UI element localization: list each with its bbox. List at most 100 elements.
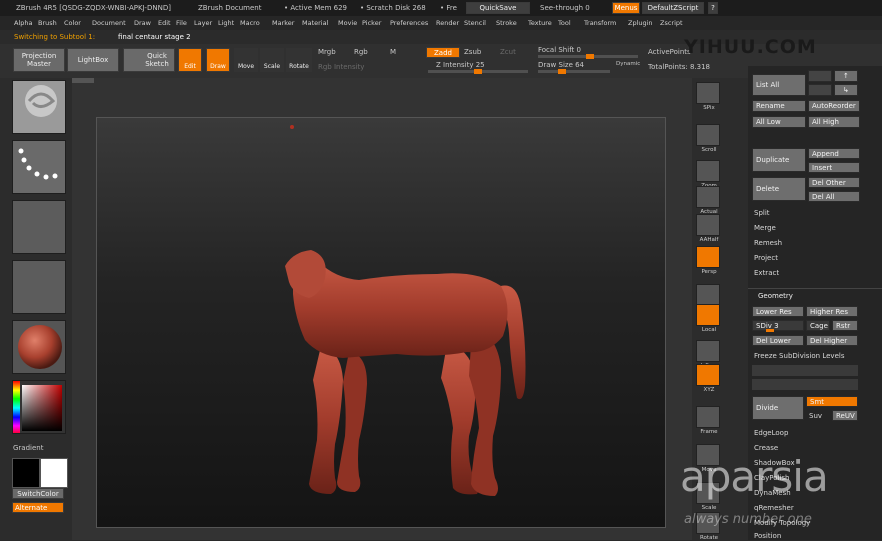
menu-stroke[interactable]: Stroke [496, 16, 517, 30]
reuv-button[interactable]: ReUV [832, 410, 858, 421]
m-button[interactable]: M [390, 48, 396, 56]
move-button[interactable]: Move [234, 48, 258, 72]
del-higher-button[interactable]: Del Higher [806, 335, 858, 346]
zadd-button[interactable]: Zadd [426, 47, 460, 58]
divide-button[interactable]: Divide [752, 396, 804, 420]
document-canvas[interactable] [96, 117, 666, 528]
draw-size-track[interactable] [538, 69, 610, 74]
zcut-button[interactable]: Zcut [500, 48, 516, 56]
focal-shift-knob[interactable] [586, 54, 594, 59]
insert-button[interactable]: Insert [808, 162, 860, 173]
xyz-button[interactable] [696, 364, 720, 386]
auto-reorder-button[interactable]: AutoReorder [808, 100, 860, 112]
lower-res-button[interactable]: Lower Res [752, 306, 804, 317]
draw-size-slider[interactable]: Draw Size 64 [538, 61, 584, 69]
edit-button[interactable]: Edit [178, 48, 202, 72]
z-intensity-track[interactable] [428, 69, 528, 74]
menu-macro[interactable]: Macro [240, 16, 260, 30]
menu-draw[interactable]: Draw [134, 16, 151, 30]
menu-file[interactable]: File [176, 16, 187, 30]
focal-shift-track[interactable] [538, 54, 638, 59]
local-button[interactable] [696, 304, 720, 326]
subtool-down-button[interactable] [808, 84, 832, 96]
menu-edit[interactable]: Edit [158, 16, 171, 30]
menu-preferences[interactable]: Preferences [390, 16, 428, 30]
menu-brush[interactable]: Brush [38, 16, 57, 30]
remesh-button[interactable]: Remesh [754, 239, 782, 247]
material-thumbnail[interactable] [12, 320, 66, 374]
see-through-slider[interactable]: See-through 0 [540, 0, 590, 16]
lightbox-button[interactable]: LightBox [67, 48, 119, 72]
freeze-subdivision-button[interactable]: Freeze SubDivision Levels [754, 352, 844, 360]
main-color-swatch[interactable] [12, 458, 40, 488]
menu-zplugin[interactable]: Zplugin [628, 16, 653, 30]
z-intensity-knob[interactable] [474, 69, 482, 74]
horse-model[interactable] [97, 118, 667, 529]
floor-button[interactable] [696, 284, 720, 306]
cage-button[interactable]: Cage [806, 320, 830, 331]
delete-button[interactable]: Delete [752, 177, 806, 201]
texture-thumbnail[interactable] [12, 260, 66, 314]
menu-tool[interactable]: Tool [558, 16, 571, 30]
duplicate-button[interactable]: Duplicate [752, 148, 806, 172]
lsym-button[interactable] [696, 340, 720, 362]
spix-button[interactable] [696, 82, 720, 104]
default-script-button[interactable]: DefaultZScript [642, 2, 704, 14]
menu-marker[interactable]: Marker [272, 16, 294, 30]
del-all-button[interactable]: Del All [808, 191, 860, 202]
menu-stencil[interactable]: Stencil [464, 16, 486, 30]
gradient-label[interactable]: Gradient [13, 444, 43, 452]
menu-zscript[interactable]: Zscript [660, 16, 683, 30]
dynamic-button[interactable]: Dynamic [616, 61, 640, 67]
menu-document[interactable]: Document [92, 16, 126, 30]
stroke-thumbnail[interactable] [12, 140, 66, 194]
menu-movie[interactable]: Movie [338, 16, 357, 30]
menu-texture[interactable]: Texture [528, 16, 552, 30]
draw-size-knob[interactable] [558, 69, 566, 74]
all-low-button[interactable]: All Low [752, 116, 806, 128]
canvas-scroll-handle[interactable] [72, 78, 94, 83]
geometry-slider-1[interactable] [752, 365, 858, 376]
menu-light[interactable]: Light [218, 16, 234, 30]
sdiv-slider[interactable]: SDiv 3 [752, 320, 804, 331]
menus-button[interactable]: Menus [612, 2, 640, 14]
project-button[interactable]: Project [754, 254, 778, 262]
quicksave-button[interactable]: QuickSave [466, 2, 530, 14]
zoom-button[interactable] [696, 160, 720, 182]
subtool-up-button[interactable] [808, 70, 832, 82]
menu-picker[interactable]: Picker [362, 16, 381, 30]
menu-render[interactable]: Render [436, 16, 459, 30]
arrow-down-icon[interactable]: ↳ [834, 84, 858, 96]
split-button[interactable]: Split [754, 209, 770, 217]
menu-transform[interactable]: Transform [584, 16, 616, 30]
scale-button[interactable]: Scale [260, 48, 284, 72]
focal-shift-slider[interactable]: Focal Shift 0 [538, 46, 581, 54]
smt-toggle[interactable]: Smt [806, 396, 858, 407]
z-intensity-slider[interactable]: Z Intensity 25 [436, 61, 485, 69]
rgb-button[interactable]: Rgb [354, 48, 368, 56]
higher-res-button[interactable]: Higher Res [806, 306, 858, 317]
color-picker[interactable] [12, 380, 66, 434]
alternate-button[interactable]: Alternate [12, 502, 64, 513]
brush-thumbnail[interactable] [12, 80, 66, 134]
rgb-intensity-slider[interactable]: Rgb Intensity [318, 63, 364, 71]
quick-sketch-button[interactable]: Quick Sketch [123, 48, 175, 72]
mrgb-button[interactable]: Mrgb [318, 48, 336, 56]
position-button[interactable]: Position [754, 532, 781, 540]
actual-button[interactable] [696, 186, 720, 208]
rename-button[interactable]: Rename [752, 100, 806, 112]
extract-button[interactable]: Extract [754, 269, 779, 277]
draw-button[interactable]: Draw [206, 48, 230, 72]
list-all-button[interactable]: List All [752, 74, 806, 96]
aahalf-button[interactable] [696, 214, 720, 236]
persp-button[interactable] [696, 246, 720, 268]
menu-alpha[interactable]: Alpha [14, 16, 32, 30]
qremesher-button[interactable]: qRemesher [754, 504, 794, 512]
frame-button[interactable] [696, 406, 720, 428]
menu-color[interactable]: Color [64, 16, 81, 30]
edgeloop-button[interactable]: EdgeLoop [754, 429, 788, 437]
alpha-thumbnail[interactable] [12, 200, 66, 254]
del-other-button[interactable]: Del Other [808, 177, 860, 188]
switch-color-button[interactable]: SwitchColor [12, 488, 64, 499]
all-high-button[interactable]: All High [808, 116, 860, 128]
